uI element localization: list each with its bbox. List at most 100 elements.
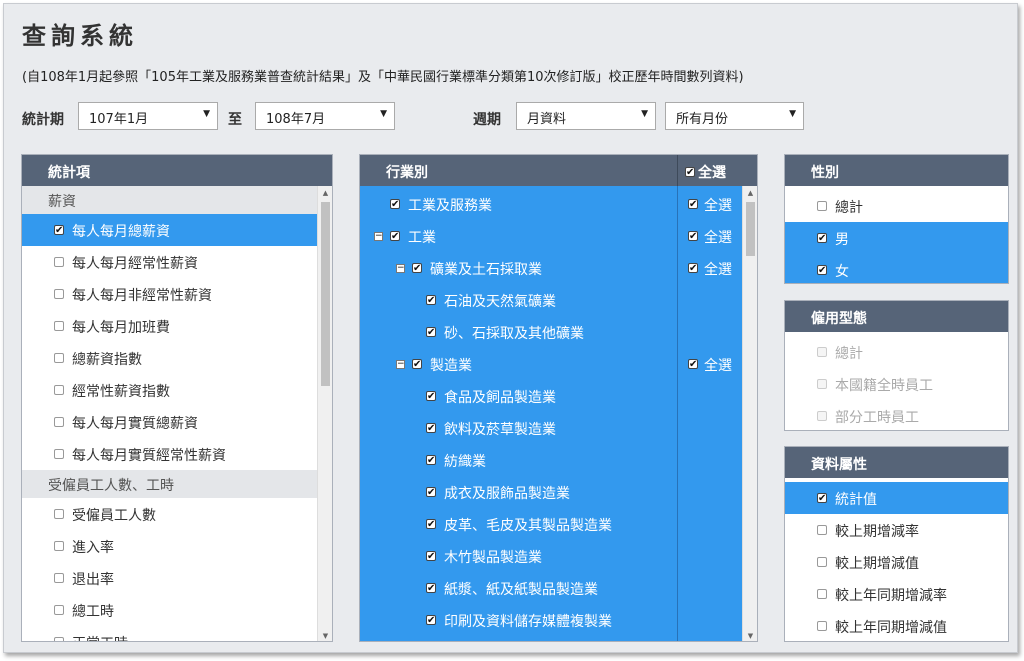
checkbox-icon[interactable] [54,573,64,583]
stats-item[interactable]: 經常性薪資指數 [22,374,317,406]
end-period-select[interactable]: 108年7月 ▼ [255,102,395,130]
checkbox-icon[interactable]: ✔ [426,327,436,337]
collapse-icon[interactable]: − [396,360,405,369]
header-divider [677,155,678,186]
attribute-item[interactable]: 較上期增減值 [785,546,1008,578]
checkbox-icon[interactable] [817,589,827,599]
stats-item[interactable]: 進入率 [22,530,317,562]
checkbox-icon[interactable]: ✔ [390,199,400,209]
scroll-up-icon[interactable]: ▲ [743,186,757,200]
checkbox-icon[interactable]: ✔ [426,551,436,561]
industry-select-all[interactable]: ✔ 全選 [685,162,726,182]
checkbox-icon[interactable]: ✔ [426,615,436,625]
checkbox-icon[interactable]: ✔ [688,359,698,369]
stats-scrollbar[interactable]: ▲ ▼ [317,186,332,641]
stats-item-label: 總工時 [72,604,114,620]
checkbox-icon[interactable]: ✔ [426,295,436,305]
checkbox-icon[interactable]: ✔ [688,263,698,273]
employment-item: 本國籍全時員工 [785,368,1008,400]
start-period-select[interactable]: 107年1月 ▼ [78,102,218,130]
gender-item[interactable]: 總計 [785,190,1008,222]
industry-item[interactable]: ✔ 工業及服務業 [360,188,676,220]
checkbox-icon[interactable]: ✔ [426,487,436,497]
checkbox-icon[interactable]: ✔ [688,199,698,209]
checkbox-icon[interactable]: ✔ [685,167,695,177]
stats-item[interactable]: 每人每月非經常性薪資 [22,278,317,310]
industry-item[interactable]: ✔ 木竹製品製造業 [360,540,676,572]
stats-item[interactable]: 退出率 [22,562,317,594]
checkbox-icon[interactable] [54,289,64,299]
stats-item[interactable]: 總薪資指數 [22,342,317,374]
industry-item[interactable]: ✔ 紡織業 [360,444,676,476]
industry-item[interactable]: − ✔ 工業 [360,220,676,252]
checkbox-icon[interactable] [54,449,64,459]
stats-item[interactable]: 每人每月經常性薪資 [22,246,317,278]
industry-item[interactable]: − ✔ 製造業 [360,348,676,380]
stats-item[interactable]: 每人每月加班費 [22,310,317,342]
industry-scrollbar[interactable]: ▲ ▼ [742,186,757,641]
checkbox-icon[interactable] [817,557,827,567]
attribute-item[interactable]: 較上年同期增減值 [785,610,1008,641]
checkbox-icon[interactable]: ✔ [688,231,698,241]
industry-item-label: 紙漿、紙及紙製品製造業 [444,582,598,598]
checkbox-icon[interactable] [54,385,64,395]
scroll-up-icon[interactable]: ▲ [318,186,332,200]
months-select[interactable]: 所有月份 ▼ [665,102,804,130]
gender-item[interactable]: ✔ 女 [785,254,1008,283]
checkbox-icon[interactable] [54,257,64,267]
stats-item[interactable]: ✔ 每人每月總薪資 [22,214,317,246]
industry-item[interactable]: ✔ 食品及飼品製造業 [360,380,676,412]
scroll-down-icon[interactable]: ▼ [743,629,757,641]
checkbox-icon[interactable] [54,321,64,331]
checkbox-icon[interactable]: ✔ [817,265,827,275]
checkbox-icon[interactable]: ✔ [54,225,64,235]
attribute-item[interactable]: 較上年同期增減率 [785,578,1008,610]
stats-item[interactable]: 正常工時 [22,626,317,641]
gender-item[interactable]: ✔ 男 [785,222,1008,254]
industry-row-select-all[interactable]: ✔ 全選 [678,252,738,284]
industry-row-select-all[interactable]: ✔ 全選 [678,188,738,220]
checkbox-icon[interactable] [54,637,64,641]
checkbox-icon[interactable]: ✔ [426,423,436,433]
collapse-icon[interactable]: − [396,264,405,273]
industry-item-label: 砂、石採取及其他礦業 [444,326,584,342]
industry-item[interactable]: ✔ 砂、石採取及其他礦業 [360,316,676,348]
checkbox-icon[interactable]: ✔ [817,233,827,243]
industry-item[interactable]: ✔ 成衣及服飾品製造業 [360,476,676,508]
checkbox-icon[interactable]: ✔ [390,231,400,241]
industry-row-select-all[interactable]: ✔ 全選 [678,220,738,252]
checkbox-icon[interactable] [817,525,827,535]
industry-item[interactable]: ✔ 紙漿、紙及紙製品製造業 [360,572,676,604]
checkbox-icon[interactable]: ✔ [412,263,422,273]
checkbox-icon[interactable] [54,541,64,551]
checkbox-icon[interactable] [817,201,827,211]
industry-item[interactable]: ✔ 印刷及資料儲存媒體複製業 [360,604,676,636]
industry-item[interactable]: ✔ 石油及天然氣礦業 [360,284,676,316]
collapse-icon[interactable]: − [374,232,383,241]
checkbox-icon[interactable]: ✔ [426,391,436,401]
checkbox-icon[interactable]: ✔ [426,455,436,465]
attribute-item[interactable]: 較上期增減率 [785,514,1008,546]
checkbox-icon[interactable]: ✔ [426,519,436,529]
scroll-thumb[interactable] [746,202,755,256]
stats-item[interactable]: 每人每月實質總薪資 [22,406,317,438]
checkbox-icon[interactable] [54,353,64,363]
checkbox-icon[interactable] [817,621,827,631]
industry-item[interactable]: ✔ 飲料及菸草製造業 [360,412,676,444]
scroll-thumb[interactable] [321,202,330,386]
stats-item[interactable]: 受僱員工人數 [22,498,317,530]
stats-item[interactable]: 每人每月實質經常性薪資 [22,438,317,470]
checkbox-icon[interactable] [54,417,64,427]
industry-row-select-all[interactable]: ✔ 全選 [678,348,738,380]
scroll-down-icon[interactable]: ▼ [318,629,332,641]
checkbox-icon[interactable]: ✔ [412,359,422,369]
industry-item[interactable]: − ✔ 礦業及土石採取業 [360,252,676,284]
cycle-select[interactable]: 月資料 ▼ [516,102,656,130]
industry-item[interactable]: ✔ 皮革、毛皮及其製品製造業 [360,508,676,540]
stats-item[interactable]: 總工時 [22,594,317,626]
checkbox-icon[interactable] [54,605,64,615]
checkbox-icon[interactable] [54,509,64,519]
attribute-item[interactable]: ✔ 統計值 [785,482,1008,514]
checkbox-icon[interactable]: ✔ [817,493,827,503]
checkbox-icon[interactable]: ✔ [426,583,436,593]
